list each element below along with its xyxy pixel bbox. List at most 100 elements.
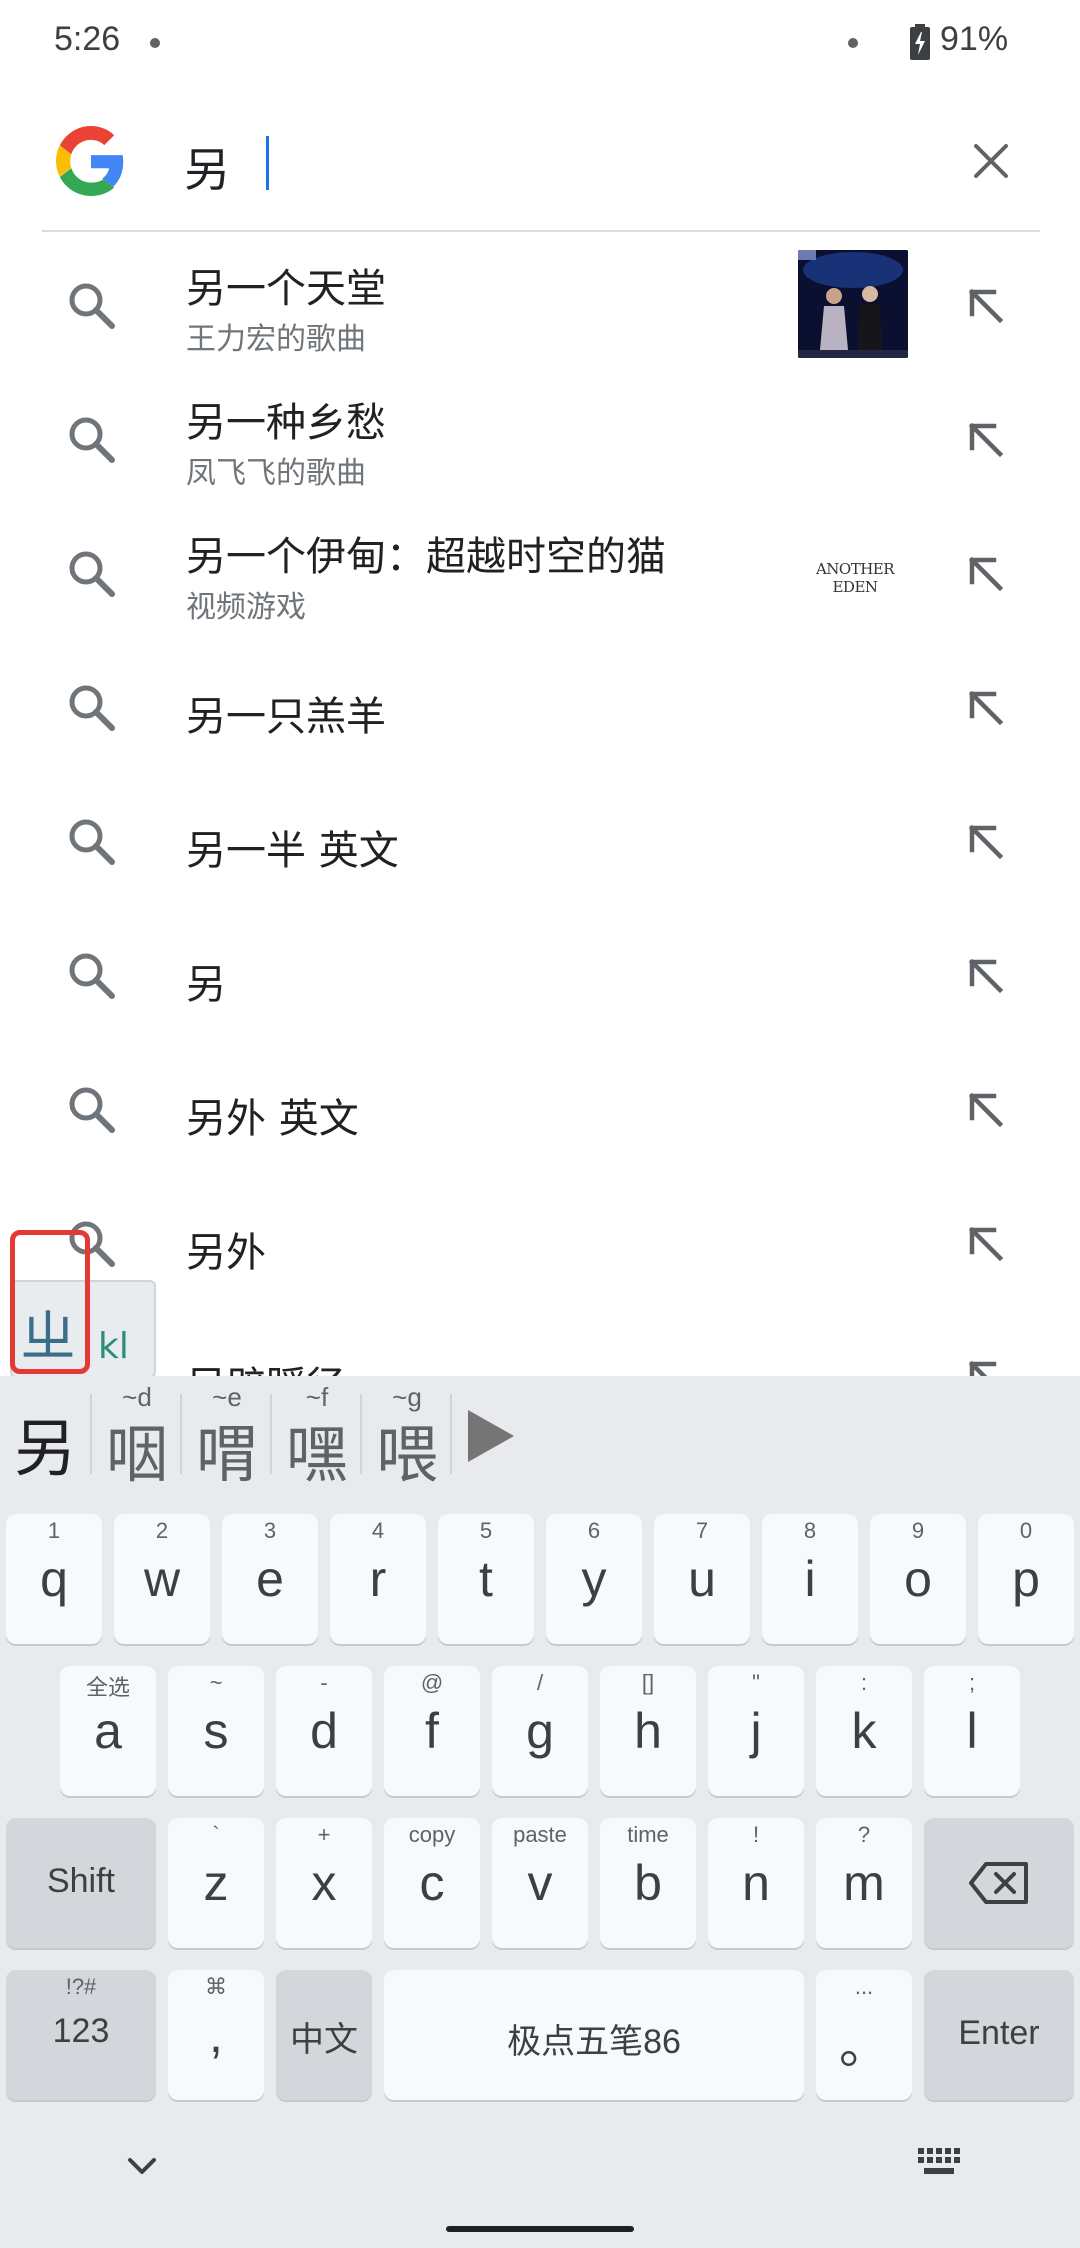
key-f[interactable]: @ f xyxy=(384,1666,480,1796)
candidate-item[interactable]: ~e 喟 xyxy=(182,1376,272,1492)
enter-key[interactable]: Enter xyxy=(924,1970,1074,2100)
search-bar: 另 xyxy=(42,100,1040,232)
comma-key[interactable]: ⌘, xyxy=(168,1970,264,2100)
key-x[interactable]: + x xyxy=(276,1818,372,1948)
suggestion-item[interactable]: 另一个天堂 王力宏的歌曲 xyxy=(0,242,1080,376)
key-label: f xyxy=(425,1703,439,1759)
candidate-char: 喂 xyxy=(375,1418,438,1491)
suggestion-item[interactable]: 另辟蹊径 xyxy=(0,1314,1080,1376)
suggestion-item[interactable]: 另一种乡愁 凤飞飞的歌曲 xyxy=(0,376,1080,510)
key-label: y xyxy=(581,1551,607,1607)
key-r[interactable]: 4r xyxy=(330,1514,426,1644)
key-hint: 7 xyxy=(695,1518,709,1543)
key-e[interactable]: 3e xyxy=(222,1514,318,1644)
suggestion-text: 另 xyxy=(186,962,226,1008)
fill-query-arrow-icon[interactable] xyxy=(960,816,1012,868)
status-bar: 5:26 91% xyxy=(0,0,1080,90)
key-hint: ; xyxy=(968,1670,976,1695)
candidate-divider xyxy=(450,1394,452,1474)
key-hint: paste xyxy=(513,1822,567,1847)
candidate-item[interactable]: ~d 咽 xyxy=(92,1376,182,1492)
search-icon xyxy=(69,819,115,865)
battery-charging-icon xyxy=(910,24,930,60)
key-g[interactable]: / g xyxy=(492,1666,588,1796)
suggestion-item[interactable]: 另外 英文 xyxy=(0,1046,1080,1180)
fill-query-arrow-icon[interactable] xyxy=(960,1084,1012,1136)
expand-candidates-icon[interactable] xyxy=(462,1406,518,1466)
key-a[interactable]: 全选 a xyxy=(60,1666,156,1796)
key-hint: ... xyxy=(854,1974,874,1999)
key-d[interactable]: -d xyxy=(276,1666,372,1796)
symbols-key[interactable]: !?# 123 xyxy=(6,1970,156,2100)
fill-query-arrow-icon[interactable] xyxy=(960,1218,1012,1270)
backspace-key[interactable] xyxy=(924,1818,1074,1948)
key-t[interactable]: 5t xyxy=(438,1514,534,1644)
fill-query-arrow-icon[interactable] xyxy=(960,950,1012,1002)
key-c[interactable]: copy c xyxy=(384,1818,480,1948)
key-l[interactable]: ; l xyxy=(924,1666,1020,1796)
key-i[interactable]: 8i xyxy=(762,1514,858,1644)
key-b[interactable]: time b xyxy=(600,1818,696,1948)
home-gesture-handle[interactable] xyxy=(446,2226,634,2232)
key-u[interactable]: 7u xyxy=(654,1514,750,1644)
key-k[interactable]: :k xyxy=(816,1666,912,1796)
google-logo-icon xyxy=(56,126,124,196)
candidate-item[interactable]: ~f 嘿 xyxy=(272,1376,362,1492)
key-y[interactable]: 6y xyxy=(546,1514,642,1644)
suggestion-subtitle: 视频游戏 xyxy=(186,590,306,625)
candidate-item[interactable]: 另 xyxy=(0,1376,90,1492)
key-label: g xyxy=(526,1703,554,1759)
key-q[interactable]: 1q xyxy=(6,1514,102,1644)
key-m[interactable]: ? m xyxy=(816,1818,912,1948)
notification-dot-icon xyxy=(150,38,160,48)
key-z[interactable]: ` z xyxy=(168,1818,264,1948)
fill-query-arrow-icon[interactable] xyxy=(960,280,1012,332)
suggestion-subtitle: 凤飞飞的歌曲 xyxy=(186,456,366,491)
fill-query-arrow-icon[interactable] xyxy=(960,682,1012,734)
key-w[interactable]: 2w xyxy=(114,1514,210,1644)
key-o[interactable]: 9o xyxy=(870,1514,966,1644)
key-label: w xyxy=(143,1551,181,1607)
suggestion-item[interactable]: 另一个伊甸：超越时空的猫 视频游戏 ANOTHER EDEN xyxy=(0,510,1080,644)
close-icon[interactable] xyxy=(960,130,1022,192)
key-j[interactable]: " j xyxy=(708,1666,804,1796)
key-hint: 4 xyxy=(371,1518,385,1543)
language-switch-key[interactable]: 中文 xyxy=(276,1970,372,2100)
suggestion-item[interactable]: 另一只羔羊 xyxy=(0,644,1080,778)
key-hint: 全选 xyxy=(85,1675,130,1700)
candidate-item[interactable]: ~g 喂 xyxy=(362,1376,452,1492)
fill-query-arrow-icon[interactable] xyxy=(960,1352,1012,1376)
fill-query-arrow-icon[interactable] xyxy=(960,414,1012,466)
space-key[interactable]: 极点五笔86 xyxy=(384,1970,804,2100)
search-input[interactable]: 另 xyxy=(184,134,230,200)
key-hint: [] xyxy=(641,1670,655,1695)
keyboard-switch-icon[interactable] xyxy=(916,2146,960,2186)
search-icon xyxy=(69,1087,115,1133)
search-icon xyxy=(69,953,115,999)
key-p[interactable]: 0p xyxy=(978,1514,1074,1644)
key-label: z xyxy=(203,1855,229,1911)
key-h[interactable]: [] h xyxy=(600,1666,696,1796)
suggestion-item[interactable]: 另外 xyxy=(0,1180,1080,1314)
suggestion-text: 另一个天堂 xyxy=(186,266,386,312)
key-s[interactable]: ~ s xyxy=(168,1666,264,1796)
key-label: d xyxy=(310,1703,338,1759)
period-key[interactable]: ... 。 xyxy=(816,1970,912,2100)
key-label: 123 xyxy=(52,2012,110,2050)
search-icon xyxy=(69,685,115,731)
key-hint: @ xyxy=(420,1670,444,1695)
key-n[interactable]: ! n xyxy=(708,1818,804,1948)
suggestion-item[interactable]: 另 xyxy=(0,912,1080,1046)
key-hint: " xyxy=(752,1670,760,1695)
shift-key[interactable]: Shift xyxy=(6,1818,156,1948)
key-v[interactable]: paste v xyxy=(492,1818,588,1948)
ime-code: kl xyxy=(98,1326,129,1367)
fill-query-arrow-icon[interactable] xyxy=(960,548,1012,600)
chevron-down-icon[interactable] xyxy=(124,2148,160,2184)
key-hint: - xyxy=(320,1670,328,1695)
key-label: n xyxy=(742,1855,770,1911)
suggestion-text: 另一种乡愁 xyxy=(186,400,386,446)
search-icon xyxy=(69,417,115,463)
suggestion-item[interactable]: 另一半 英文 xyxy=(0,778,1080,912)
highlight-box xyxy=(10,1230,90,1374)
